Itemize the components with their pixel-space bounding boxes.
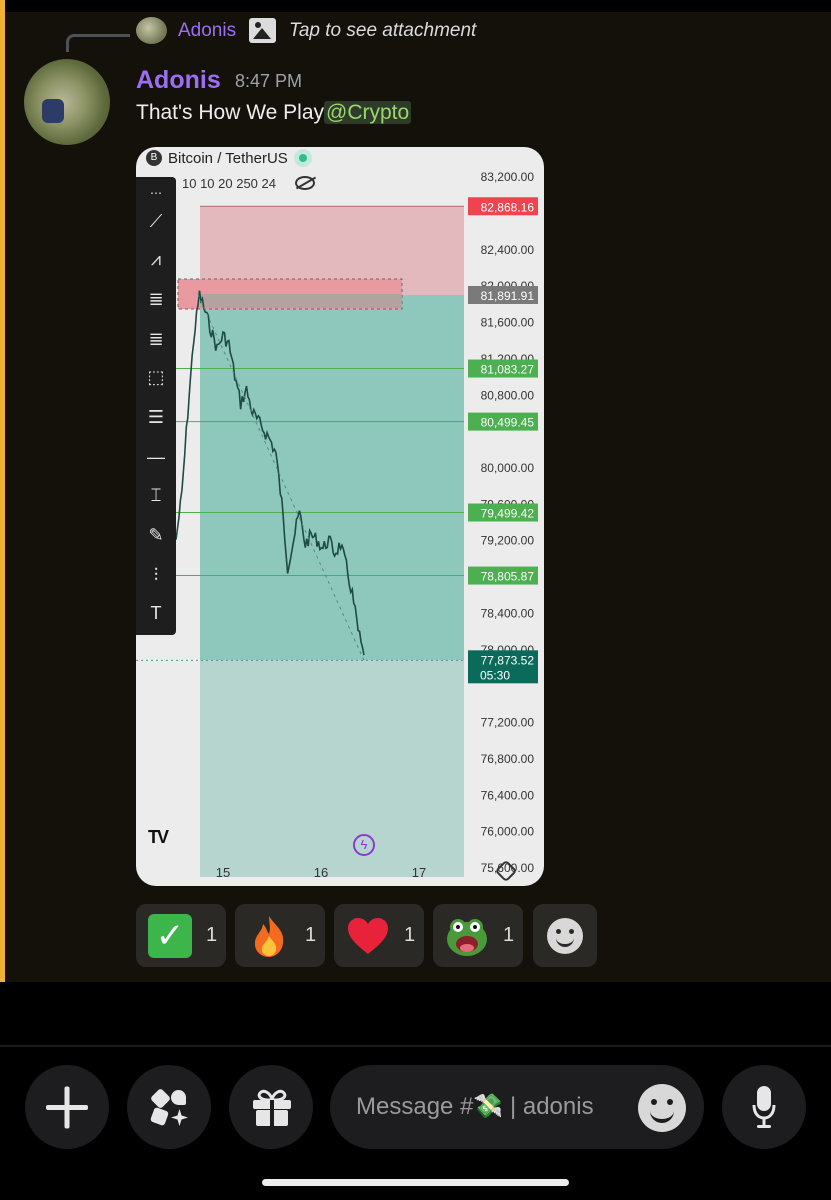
- pattern-icon[interactable]: ⩘: [144, 247, 168, 271]
- price-label: 80,499.45: [481, 416, 535, 430]
- message-body: That's How We Play: [136, 101, 325, 124]
- reply-connector: [66, 34, 130, 52]
- avatar[interactable]: [24, 59, 110, 145]
- message-text: That's How We Play@Crypto: [136, 101, 412, 125]
- y-tick-label: 77,200.00: [481, 716, 535, 730]
- y-tick-label: 76,400.00: [481, 788, 535, 802]
- entry-box-fill: [200, 294, 402, 309]
- reaction-count: 1: [503, 924, 515, 946]
- pepe-icon: [445, 914, 489, 958]
- y-tick-label: 82,400.00: [481, 243, 535, 257]
- gift-button[interactable]: [229, 1065, 313, 1149]
- mention-highlight-bar: [0, 0, 5, 982]
- y-tick-label: 76,000.00: [481, 825, 535, 839]
- image-icon: [249, 18, 276, 43]
- horizontal-line-icon[interactable]: —: [144, 445, 168, 469]
- symbol-header: B Bitcoin / TetherUS: [146, 149, 312, 167]
- rectangle-icon[interactable]: ⬚: [144, 365, 168, 389]
- reward-zone: [200, 295, 464, 661]
- composer-divider: [0, 1045, 831, 1047]
- market-open-icon: [293, 149, 312, 167]
- heart-icon: [346, 914, 390, 958]
- symbol-badge: B: [146, 150, 162, 166]
- indicator-values: 10 10 20 250 24: [182, 176, 276, 191]
- apps-button[interactable]: [127, 1065, 211, 1149]
- top-edge: [0, 0, 831, 12]
- symbol-name: Bitcoin / TetherUS: [168, 149, 288, 167]
- message-area: Adonis Tap to see attachment Adonis 8:47…: [0, 0, 831, 982]
- fire-icon: [247, 914, 291, 958]
- tradingview-logo: TV: [148, 827, 169, 847]
- message-timestamp: 8:47 PM: [235, 71, 303, 91]
- message-input[interactable]: Message #💸 | adonis: [330, 1065, 704, 1149]
- check-icon: ✓: [148, 913, 192, 958]
- y-tick-label: 78,400.00: [481, 606, 535, 620]
- bolt-icon[interactable]: ϟ: [353, 834, 375, 856]
- x-tick-label: 16: [314, 865, 328, 880]
- drag-handle-icon[interactable]: ⋯: [144, 181, 168, 205]
- drawing-toolbar: ⋯ ⟋ ⩘ ≣ ≣ ⬚ ☰ — ⌶ ✎ ⫶ T: [136, 177, 176, 635]
- price-label: 81,891.91: [481, 289, 535, 303]
- apps-icon: [149, 1087, 188, 1127]
- y-tick-label: 76,800.00: [481, 752, 535, 766]
- reaction-count: 1: [206, 924, 218, 946]
- y-tick-label: 80,000.00: [481, 461, 535, 475]
- add-reaction-button[interactable]: [533, 904, 597, 967]
- reaction-count: 1: [404, 924, 416, 946]
- brush-icon[interactable]: ✎: [144, 523, 168, 547]
- channel-mention[interactable]: @Crypto: [324, 101, 412, 124]
- price-label: 78,805.87: [481, 570, 535, 584]
- trend-line-icon[interactable]: ⟋: [144, 209, 168, 233]
- message-author[interactable]: Adonis: [136, 66, 221, 95]
- eye-off-icon[interactable]: [295, 176, 315, 190]
- fib-retracement-icon[interactable]: ☰: [144, 405, 168, 429]
- forecast-icon[interactable]: ⫶: [144, 563, 168, 587]
- countdown-label: 05:30: [480, 668, 510, 682]
- current-price-label: 77,873.52: [481, 653, 535, 667]
- add-attachment-button[interactable]: [25, 1065, 109, 1149]
- microphone-icon: [752, 1085, 776, 1131]
- reaction-heart[interactable]: 1: [334, 904, 424, 967]
- gift-icon: [252, 1089, 292, 1127]
- x-tick-label: 17: [412, 865, 426, 880]
- emoji-picker-icon[interactable]: [638, 1084, 686, 1132]
- voice-message-button[interactable]: [722, 1065, 806, 1149]
- home-indicator: [262, 1179, 569, 1186]
- text-tool-icon[interactable]: T: [144, 601, 168, 625]
- y-tick-label: 80,800.00: [481, 388, 535, 402]
- reaction-fire[interactable]: 1: [235, 904, 325, 967]
- reaction-pepe[interactable]: 1: [433, 904, 523, 967]
- reply-preview-text[interactable]: Tap to see attachment: [289, 20, 476, 42]
- long-position-icon[interactable]: ≣: [144, 287, 168, 311]
- price-label: 82,868.16: [481, 200, 535, 214]
- chart-canvas: 83,200.0082,400.0082,000.0081,600.0081,2…: [136, 170, 538, 880]
- smile-icon: [547, 918, 583, 954]
- chart-attachment[interactable]: 83,200.0082,400.0082,000.0081,600.0081,2…: [136, 147, 544, 886]
- x-tick-label: 15: [216, 865, 230, 880]
- y-tick-label: 79,200.00: [481, 534, 535, 548]
- message-placeholder: Message #💸 | adonis: [356, 1093, 594, 1120]
- reply-avatar[interactable]: [136, 17, 167, 44]
- reward-zone-lower: [200, 660, 464, 877]
- reaction-check[interactable]: ✓ 1: [136, 904, 226, 967]
- price-label: 81,083.27: [481, 363, 535, 377]
- reaction-count: 1: [305, 924, 317, 946]
- price-range-icon[interactable]: ⌶: [144, 483, 168, 507]
- price-label: 79,499.42: [481, 507, 535, 521]
- y-tick-label: 81,600.00: [481, 316, 535, 330]
- y-tick-label: 83,200.00: [481, 170, 535, 184]
- reply-author[interactable]: Adonis: [178, 20, 236, 42]
- short-position-icon[interactable]: ≣: [144, 327, 168, 351]
